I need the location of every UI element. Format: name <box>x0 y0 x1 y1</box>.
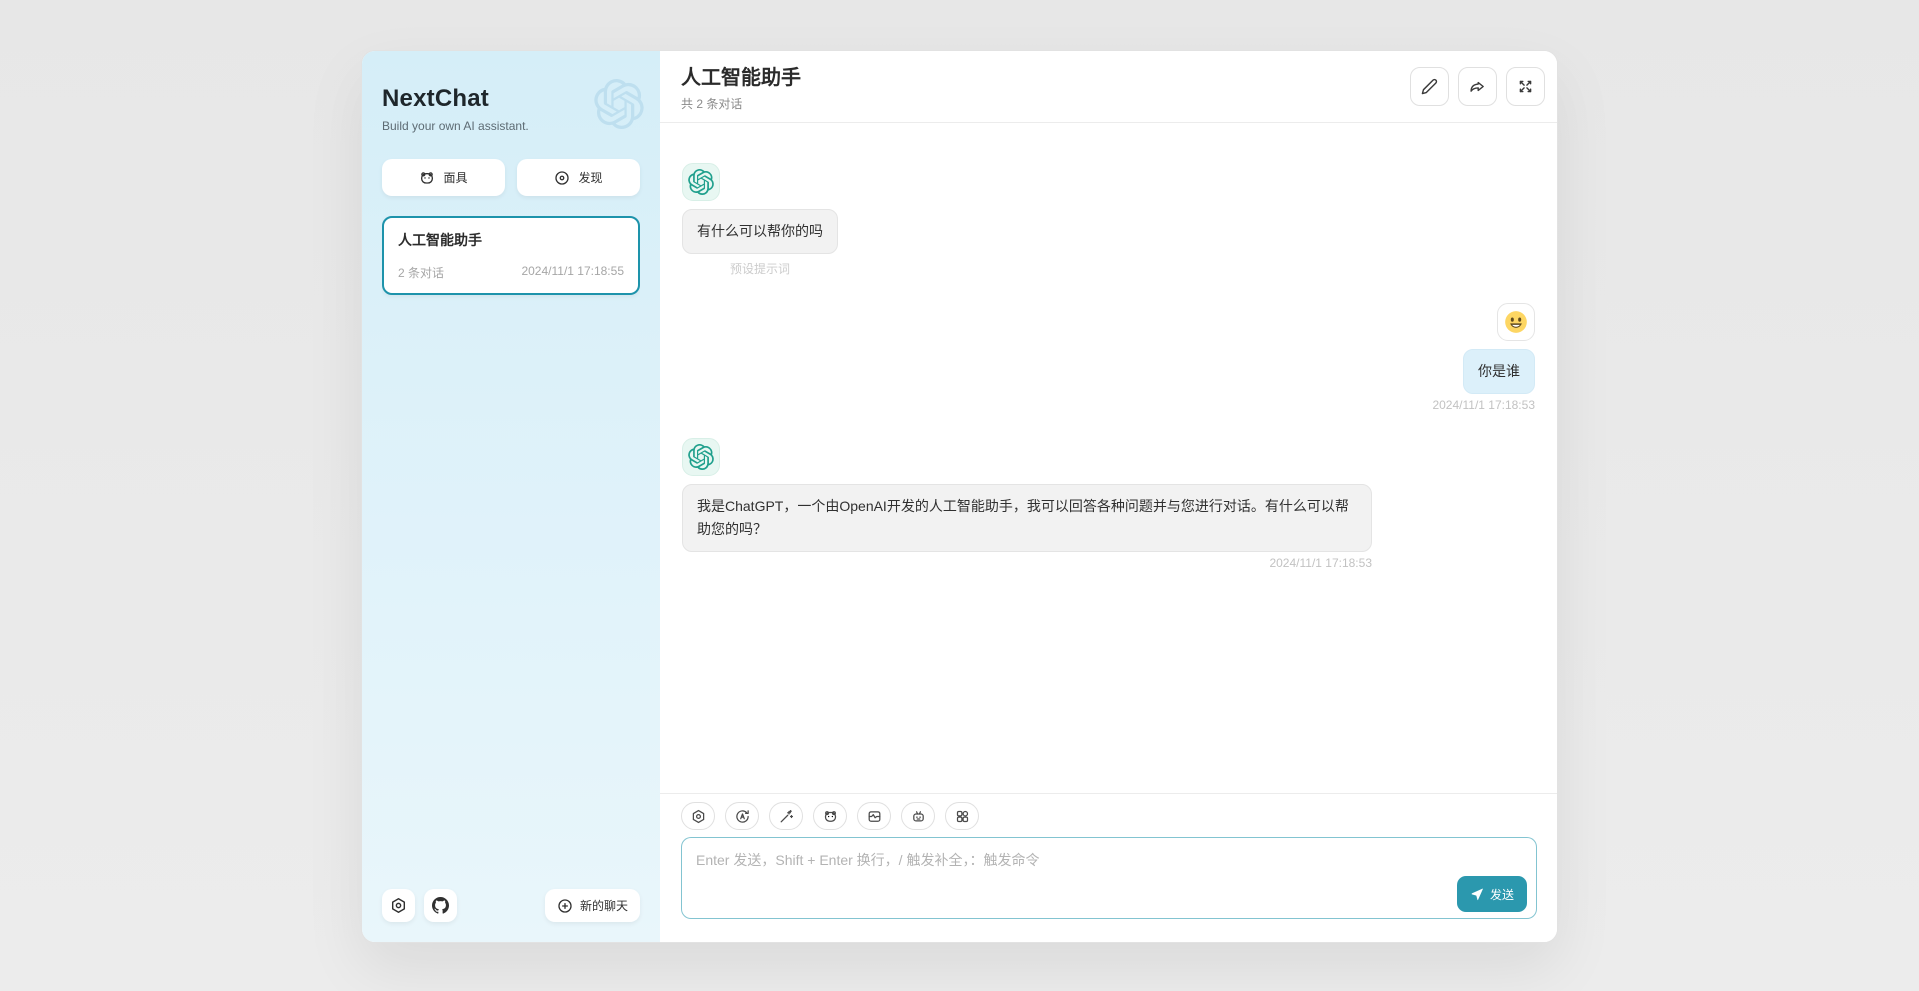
sidebar: NextChat Build your own AI assistant. 面具… <box>362 51 660 942</box>
gear-icon <box>691 809 706 824</box>
gear-icon <box>390 897 407 914</box>
plugins-grid-icon <box>955 809 970 824</box>
message-input[interactable] <box>681 837 1537 919</box>
magic-wand-icon <box>779 809 794 824</box>
chat-header-actions <box>1410 67 1545 106</box>
smiley-emoji-icon <box>1503 309 1529 335</box>
message-timestamp: 2024/11/1 17:18:53 <box>1269 556 1372 570</box>
chat-item-count: 2 条对话 <box>398 264 444 281</box>
rename-button[interactable] <box>1410 67 1449 106</box>
prompt-shortcut-button[interactable] <box>769 802 803 830</box>
chat-settings-button[interactable] <box>681 802 715 830</box>
assistant-message: 有什么可以帮你的吗 预设提示词 <box>682 163 1535 277</box>
discover-icon <box>554 170 570 186</box>
mask-select-button[interactable] <box>813 802 847 830</box>
nextchat-window: NextChat Build your own AI assistant. 面具… <box>361 50 1558 943</box>
openai-logo-icon <box>594 79 644 129</box>
send-button[interactable]: 发送 <box>1457 876 1527 912</box>
openai-logo-icon <box>688 444 714 470</box>
message-scroll-area[interactable]: 有什么可以帮你的吗 预设提示词 你是谁 2024/11/1 17:18:53 <box>660 123 1557 793</box>
user-message: 你是谁 2024/11/1 17:18:53 <box>682 303 1535 412</box>
chat-list[interactable]: 人工智能助手 2 条对话 2024/11/1 17:18:55 <box>382 216 640 889</box>
user-avatar <box>1497 303 1535 341</box>
robot-icon <box>911 809 926 824</box>
chat-list-item-selected[interactable]: 人工智能助手 2 条对话 2024/11/1 17:18:55 <box>382 216 640 295</box>
preset-prompt-hint: 预设提示词 <box>730 260 790 277</box>
github-icon <box>432 897 449 914</box>
chat-panel: 人工智能助手 共 2 条对话 <box>660 51 1557 942</box>
composer: 发送 <box>660 793 1557 942</box>
composer-toolbar <box>681 802 1537 830</box>
model-select-button[interactable] <box>901 802 935 830</box>
chat-item-title: 人工智能助手 <box>398 230 624 250</box>
sidebar-actions: 面具 发现 <box>382 159 640 196</box>
chat-subtitle: 共 2 条对话 <box>681 95 1410 112</box>
expand-icon <box>1517 78 1534 95</box>
send-button-label: 发送 <box>1490 886 1514 903</box>
discover-button[interactable]: 发现 <box>517 159 640 196</box>
masks-button-label: 面具 <box>443 169 467 186</box>
paper-plane-icon <box>1470 887 1484 901</box>
settings-button[interactable] <box>382 889 415 922</box>
clear-context-button[interactable] <box>857 802 891 830</box>
assistant-avatar <box>682 438 720 476</box>
theme-auto-icon <box>735 809 750 824</box>
share-button[interactable] <box>1458 67 1497 106</box>
fullscreen-button[interactable] <box>1506 67 1545 106</box>
mask-icon <box>419 170 435 186</box>
desktop-background: { "app": { "colors": { "primary": "#1d93… <box>0 0 1919 991</box>
pencil-icon <box>1421 78 1438 95</box>
chat-header: 人工智能助手 共 2 条对话 <box>660 51 1557 123</box>
github-button[interactable] <box>424 889 457 922</box>
chat-item-meta: 2 条对话 2024/11/1 17:18:55 <box>398 264 624 281</box>
message-timestamp: 2024/11/1 17:18:53 <box>1432 398 1535 412</box>
theme-toggle-button[interactable] <box>725 802 759 830</box>
clear-context-icon <box>867 809 882 824</box>
mask-icon <box>823 809 838 824</box>
message-bubble: 你是谁 <box>1463 349 1535 394</box>
discover-button-label: 发现 <box>578 169 602 186</box>
sidebar-header: NextChat Build your own AI assistant. <box>382 85 640 133</box>
plus-circle-icon <box>557 898 573 914</box>
chat-title: 人工智能助手 <box>681 61 1410 90</box>
message-bubble: 我是ChatGPT，一个由OpenAI开发的人工智能助手，我可以回答各种问题并与… <box>682 484 1372 552</box>
share-arrow-icon <box>1469 78 1486 95</box>
openai-logo-icon <box>688 169 714 195</box>
sidebar-footer: 新的聊天 <box>382 889 640 922</box>
new-chat-button[interactable]: 新的聊天 <box>545 889 640 922</box>
masks-button[interactable]: 面具 <box>382 159 505 196</box>
assistant-avatar <box>682 163 720 201</box>
chat-item-time: 2024/11/1 17:18:55 <box>521 264 624 281</box>
new-chat-label: 新的聊天 <box>580 897 628 914</box>
chat-header-info[interactable]: 人工智能助手 共 2 条对话 <box>681 61 1410 112</box>
composer-input-area: 发送 <box>681 837 1537 924</box>
plugins-button[interactable] <box>945 802 979 830</box>
assistant-message: 我是ChatGPT，一个由OpenAI开发的人工智能助手，我可以回答各种问题并与… <box>682 438 1535 570</box>
message-bubble: 有什么可以帮你的吗 <box>682 209 838 254</box>
